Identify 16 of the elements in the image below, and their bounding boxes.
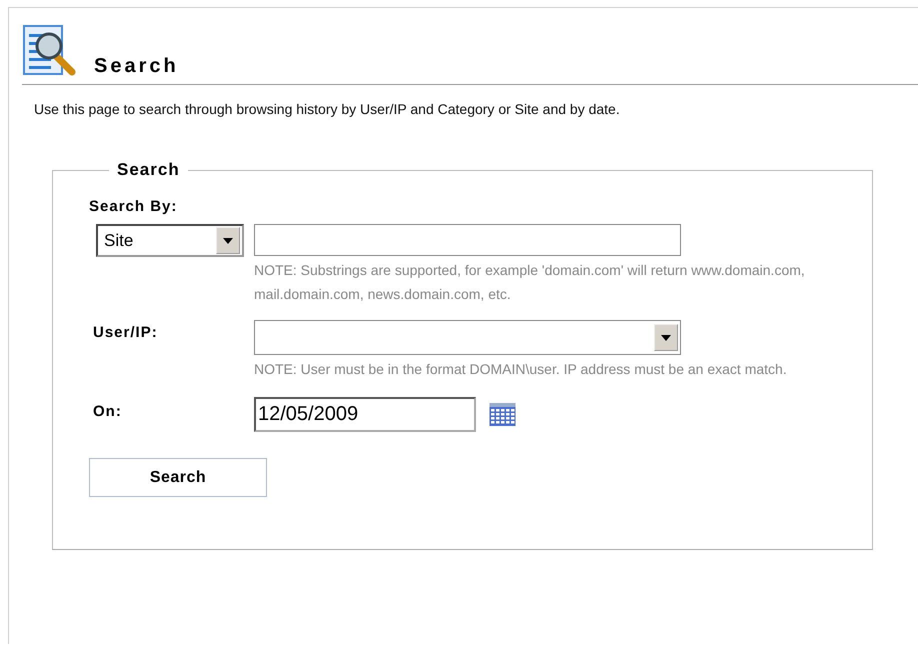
field-note: NOTE: User must be in the format DOMAIN\user. IP address must be an exact match. — [254, 360, 788, 379]
fieldset-legend: Search — [109, 160, 188, 180]
page-title: Search — [94, 55, 179, 78]
field-label: User/IP: — [93, 324, 158, 341]
caret-icon — [661, 334, 671, 340]
caret-icon — [223, 238, 233, 244]
calendar-icon[interactable] — [489, 403, 516, 427]
search-by-select[interactable]: Site — [96, 224, 244, 257]
search-button[interactable]: Search — [89, 458, 267, 497]
field-label: Search By: — [89, 198, 178, 215]
site-input-field[interactable] — [254, 224, 681, 256]
page-description: Use this page to search through browsing history by User/IP and Category or Site and by date. — [34, 101, 621, 117]
date-input-field[interactable]: 12/05/2009 — [254, 397, 476, 432]
field-note: NOTE: Substrings are supported, for example 'domain.com' will return www.domain.com, mail.domain.com, news.domain.com, etc. — [254, 261, 806, 304]
user-ip-combobox[interactable] — [254, 320, 681, 355]
field-label: On: — [93, 403, 122, 420]
